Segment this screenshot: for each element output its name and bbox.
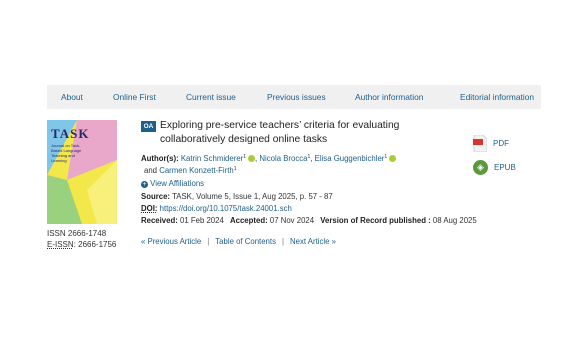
nav-author-information[interactable]: Author information bbox=[355, 92, 423, 102]
source-value: TASK, Volume 5, Issue 1, Aug 2025, p. 57… bbox=[172, 192, 333, 201]
previous-article-link[interactable]: « Previous Article bbox=[141, 237, 201, 246]
doi-row: DOI: https://doi.org/10.1075/task.24001.… bbox=[141, 204, 292, 213]
nav-about[interactable]: About bbox=[61, 92, 83, 102]
article-pagination: « Previous Article | Table of Contents | Nex… bbox=[141, 237, 336, 246]
journal-cover[interactable]: TASK Journal on Task-Based Language Teac… bbox=[47, 120, 117, 224]
plus-circle-icon: + bbox=[141, 181, 148, 188]
pdf-icon bbox=[473, 135, 487, 152]
epub-label: EPUB bbox=[494, 163, 516, 172]
received-label: Received: bbox=[141, 216, 178, 225]
authors-row: Author(s): Katrin Schmiderer1, Nicola Br… bbox=[141, 154, 397, 163]
author-link[interactable]: Elisa Guggenbichler bbox=[315, 154, 385, 163]
view-affiliations-label: View Affiliations bbox=[150, 179, 205, 188]
pdf-download[interactable]: PDF bbox=[473, 135, 509, 152]
cover-subtitle: Journal on Task-Based Language Teaching … bbox=[51, 143, 82, 163]
affiliation-marker: 1 bbox=[243, 154, 247, 160]
issn-electronic: E-ISSN: 2666-1756 bbox=[47, 240, 116, 249]
doi-link[interactable]: https://doi.org/10.1075/task.24001.sch bbox=[160, 204, 292, 213]
orcid-icon[interactable] bbox=[248, 155, 256, 162]
orcid-icon[interactable] bbox=[389, 155, 397, 162]
top-navigation: About Online First Current issue Previou… bbox=[47, 85, 541, 109]
eissn-label: E-ISSN bbox=[47, 240, 74, 249]
author-link[interactable]: Katrin Schmiderer bbox=[181, 154, 243, 163]
accepted-label: Accepted: bbox=[229, 216, 268, 225]
vor-value: 08 Aug 2025 bbox=[432, 216, 477, 225]
dates-row: Received: 01 Feb 2024 Accepted: 07 Nov 2… bbox=[141, 216, 477, 225]
nav-online-first[interactable]: Online First bbox=[113, 92, 156, 102]
nav-previous-issues[interactable]: Previous issues bbox=[267, 92, 326, 102]
nav-current-issue[interactable]: Current issue bbox=[186, 92, 236, 102]
author-link[interactable]: Nicola Brocca bbox=[259, 154, 307, 163]
table-of-contents-link[interactable]: Table of Contents bbox=[215, 237, 276, 246]
doi-label: DOI: bbox=[141, 204, 158, 213]
next-article-link[interactable]: Next Article » bbox=[290, 237, 336, 246]
issn-print: ISSN 2666-1748 bbox=[47, 229, 107, 238]
source-label: Source: bbox=[141, 192, 171, 201]
affiliation-marker: 1 bbox=[307, 154, 311, 160]
view-affiliations-toggle[interactable]: + View Affiliations bbox=[141, 179, 204, 188]
source-row: Source: TASK, Volume 5, Issue 1, Aug 202… bbox=[141, 192, 333, 201]
open-access-badge: OA bbox=[141, 121, 156, 132]
accepted-value: 07 Nov 2024 bbox=[269, 216, 315, 225]
article-title: Exploring pre-service teachers’ criteria… bbox=[160, 120, 400, 145]
affiliation-marker: 1 bbox=[233, 166, 237, 172]
received-value: 01 Feb 2024 bbox=[180, 216, 224, 225]
affiliation-marker: 1 bbox=[384, 154, 388, 160]
authors-row-2: and Carmen Konzett-Firth1 bbox=[144, 166, 237, 175]
epub-icon: ◈ bbox=[473, 160, 488, 175]
vor-label: Version of Record published : bbox=[320, 216, 431, 225]
epub-download[interactable]: ◈ EPUB bbox=[473, 160, 516, 175]
cover-title: TASK bbox=[51, 126, 90, 141]
author-link[interactable]: Carmen Konzett-Firth bbox=[159, 166, 234, 175]
authors-label: Author(s): bbox=[141, 154, 179, 163]
pdf-label: PDF bbox=[493, 139, 509, 148]
nav-editorial-information[interactable]: Editorial information bbox=[460, 92, 534, 102]
eissn-value: : 2666-1756 bbox=[73, 240, 117, 249]
